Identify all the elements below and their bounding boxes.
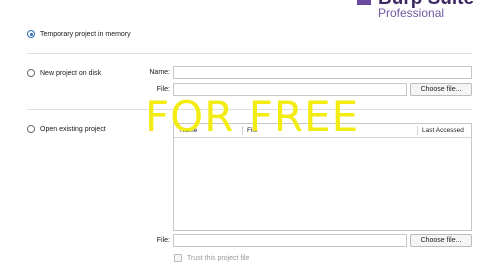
trust-project-label: Trust this project file (187, 254, 250, 262)
open-choose-file-button[interactable]: Choose file... (410, 234, 472, 247)
radio-new-project[interactable] (27, 69, 35, 77)
option-open-existing-label: Open existing project (40, 125, 106, 133)
option-temporary-label: Temporary project in memory (40, 30, 131, 38)
trust-project-option[interactable]: Trust this project file (174, 254, 249, 262)
product-edition: Professional (378, 6, 445, 20)
option-open-existing[interactable]: Open existing project (27, 125, 106, 133)
trust-project-checkbox[interactable] (174, 254, 182, 262)
radio-open-existing[interactable] (27, 125, 35, 133)
option-new-project[interactable]: New project on disk (27, 69, 101, 77)
column-header-last-accessed[interactable]: Last Accessed (422, 127, 464, 134)
open-file-field-label: File: (156, 237, 170, 244)
option-temporary-project[interactable]: Temporary project in memory (27, 30, 131, 38)
separator (27, 53, 472, 54)
name-field-label: Name: (149, 69, 170, 76)
open-file-input[interactable] (173, 234, 407, 247)
column-divider (417, 126, 418, 135)
burp-logo-icon (357, 0, 371, 5)
option-new-project-label: New project on disk (40, 69, 102, 77)
watermark-text: FOR FREE (145, 92, 360, 141)
new-choose-file-button[interactable]: Choose file... (410, 83, 472, 96)
radio-temporary-project[interactable] (27, 30, 35, 38)
name-input[interactable] (173, 66, 472, 79)
